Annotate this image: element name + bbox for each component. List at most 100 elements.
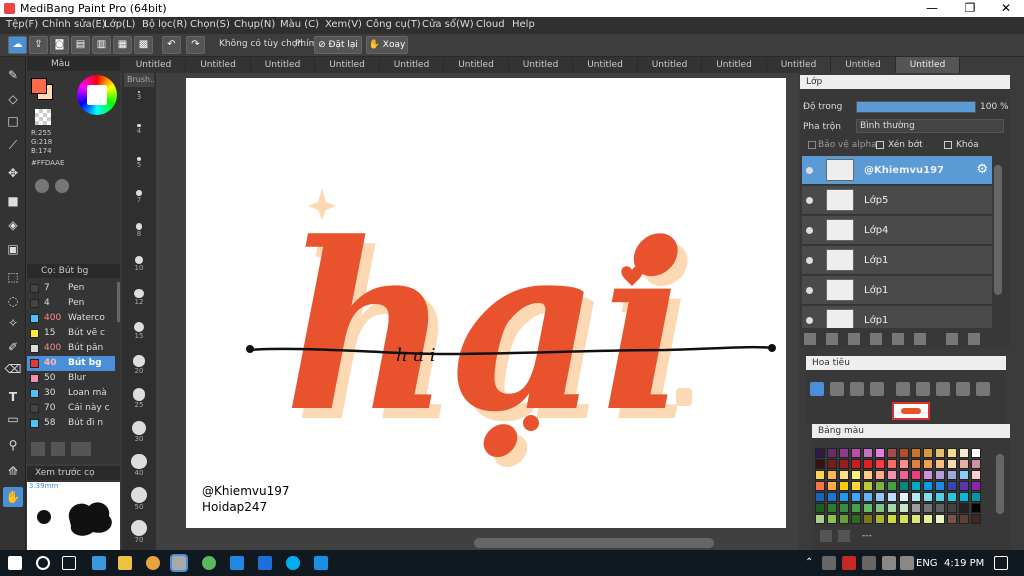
visibility-icon[interactable]	[806, 317, 813, 324]
transparent-swatch[interactable]	[35, 109, 51, 125]
palette-swatch[interactable]	[923, 470, 933, 480]
foreground-color-swatch[interactable]	[31, 78, 47, 94]
document-tab[interactable]: Untitled	[767, 57, 831, 73]
delete-layer-icon[interactable]	[968, 333, 980, 345]
palette-swatch[interactable]	[971, 481, 981, 491]
palette-swatch[interactable]	[899, 448, 909, 458]
palette-swatch[interactable]	[863, 459, 873, 469]
menu-select[interactable]: Chọn(S)	[190, 19, 230, 30]
palette-swatch[interactable]	[899, 459, 909, 469]
palette-swatch[interactable]	[923, 514, 933, 524]
brush-size-option[interactable]: 15	[122, 322, 156, 340]
palette-swatch[interactable]	[947, 503, 957, 513]
palette-swatch[interactable]	[887, 481, 897, 491]
menu-edit[interactable]: Chỉnh sửa(E)	[42, 19, 106, 30]
new-layer-2-icon[interactable]	[826, 333, 838, 345]
palette-swatch[interactable]	[875, 503, 885, 513]
palette-swatch[interactable]	[935, 448, 945, 458]
palette-swatch[interactable]	[887, 514, 897, 524]
navigator-thumbnail[interactable]	[892, 402, 930, 420]
palette-swatch[interactable]	[863, 503, 873, 513]
chrome-icon[interactable]	[146, 556, 160, 570]
fill-rect-icon[interactable]: ■	[3, 191, 23, 211]
brush-size-option[interactable]: 40	[122, 454, 156, 477]
bucket-tool-icon[interactable]: ◈	[3, 215, 23, 235]
menu-color[interactable]: Màu (C)	[280, 19, 319, 30]
tray-icon-1[interactable]	[822, 556, 836, 570]
palette-delete-icon[interactable]	[838, 530, 850, 542]
menu-tools[interactable]: Công cụ(T)	[366, 19, 421, 30]
palette-swatch[interactable]	[923, 481, 933, 491]
palette-swatch[interactable]	[947, 459, 957, 469]
alpha-checkbox[interactable]	[808, 141, 816, 149]
menu-window[interactable]: Cửa sổ(W)	[422, 19, 474, 30]
opacity-slider[interactable]	[856, 101, 976, 113]
zoom-minus-icon[interactable]	[896, 382, 910, 396]
clip-checkbox[interactable]	[876, 141, 884, 149]
brush-settings-icon[interactable]	[71, 442, 91, 456]
app-green-icon[interactable]	[202, 556, 216, 570]
palette-swatch[interactable]	[815, 448, 825, 458]
palette-swatch[interactable]	[971, 492, 981, 502]
palette-swatch[interactable]	[851, 481, 861, 491]
palette-swatch[interactable]	[827, 514, 837, 524]
palette-swatch[interactable]	[959, 514, 969, 524]
cloud-icon[interactable]: ☁	[8, 36, 27, 54]
palette-add-icon[interactable]	[55, 179, 69, 193]
palette-swatch[interactable]	[839, 492, 849, 502]
menu-layer[interactable]: Lớp(L)	[104, 19, 135, 30]
palette-swatch[interactable]	[887, 492, 897, 502]
brush-size-option[interactable]: 3	[122, 91, 156, 101]
move-tool-icon[interactable]: ✥	[3, 163, 23, 183]
menu-view[interactable]: Xem(V)	[325, 19, 362, 30]
eyedropper-icon[interactable]: ⚲	[3, 435, 23, 455]
magic-wand-icon[interactable]: ✧	[3, 313, 23, 333]
palette-swatch[interactable]	[875, 481, 885, 491]
visibility-icon[interactable]	[806, 227, 813, 234]
reset-button[interactable]: ⊘ Đặt lại	[314, 36, 362, 54]
select-pen-icon[interactable]: ✐	[3, 337, 23, 357]
document-tab[interactable]: Untitled	[380, 57, 444, 73]
brush-size-option[interactable]: 10	[122, 256, 156, 272]
brush-size-option[interactable]: 50	[122, 487, 156, 511]
store-icon[interactable]	[92, 556, 106, 570]
palette-swatch[interactable]	[959, 481, 969, 491]
palette-swatch[interactable]	[935, 459, 945, 469]
layer-menu-icon[interactable]	[870, 333, 882, 345]
palette-swatch[interactable]	[899, 470, 909, 480]
palette-swatch[interactable]	[851, 470, 861, 480]
brush-item[interactable]: 400 Bút pân	[27, 341, 115, 356]
brush-item[interactable]: 400 Waterco	[27, 311, 115, 326]
new-layer-icon[interactable]	[804, 333, 816, 345]
palette-swatch[interactable]	[935, 481, 945, 491]
palette-swatch[interactable]	[971, 503, 981, 513]
palette-swatch[interactable]	[947, 481, 957, 491]
palette-swatch[interactable]	[839, 481, 849, 491]
palette-swatch[interactable]	[959, 492, 969, 502]
undo-icon[interactable]: ↶	[162, 36, 181, 54]
layer-thumb-icon[interactable]	[976, 382, 990, 396]
blend-select[interactable]: Bình thường	[856, 119, 1004, 133]
wifi-icon[interactable]	[882, 556, 896, 570]
photos-icon[interactable]	[230, 556, 244, 570]
palette-swatch[interactable]	[815, 481, 825, 491]
menu-cloud[interactable]: Cloud	[476, 19, 505, 30]
palette-swatch[interactable]	[959, 448, 969, 458]
palette-swatch[interactable]	[863, 470, 873, 480]
select-rect-icon[interactable]: ⬚	[3, 267, 23, 287]
brush-item[interactable]: 50 Blur	[27, 371, 115, 386]
palette-swatch[interactable]	[899, 481, 909, 491]
palette-add-icon[interactable]	[820, 530, 832, 542]
palette-swatch[interactable]	[827, 470, 837, 480]
layer-row[interactable]: Lớp4	[802, 216, 992, 245]
eraser-tool-icon[interactable]: ◇	[3, 89, 23, 109]
palette-swatch[interactable]	[827, 503, 837, 513]
palette-swatch[interactable]	[923, 503, 933, 513]
palette-swatch[interactable]	[935, 503, 945, 513]
palette-swatch[interactable]	[899, 514, 909, 524]
rect-tool-icon[interactable]: □	[3, 111, 23, 131]
palette-swatch[interactable]	[935, 492, 945, 502]
document-tab[interactable]: Untitled	[703, 57, 767, 73]
palette-swatch[interactable]	[935, 470, 945, 480]
gear-icon[interactable]: ⚙	[976, 162, 988, 177]
